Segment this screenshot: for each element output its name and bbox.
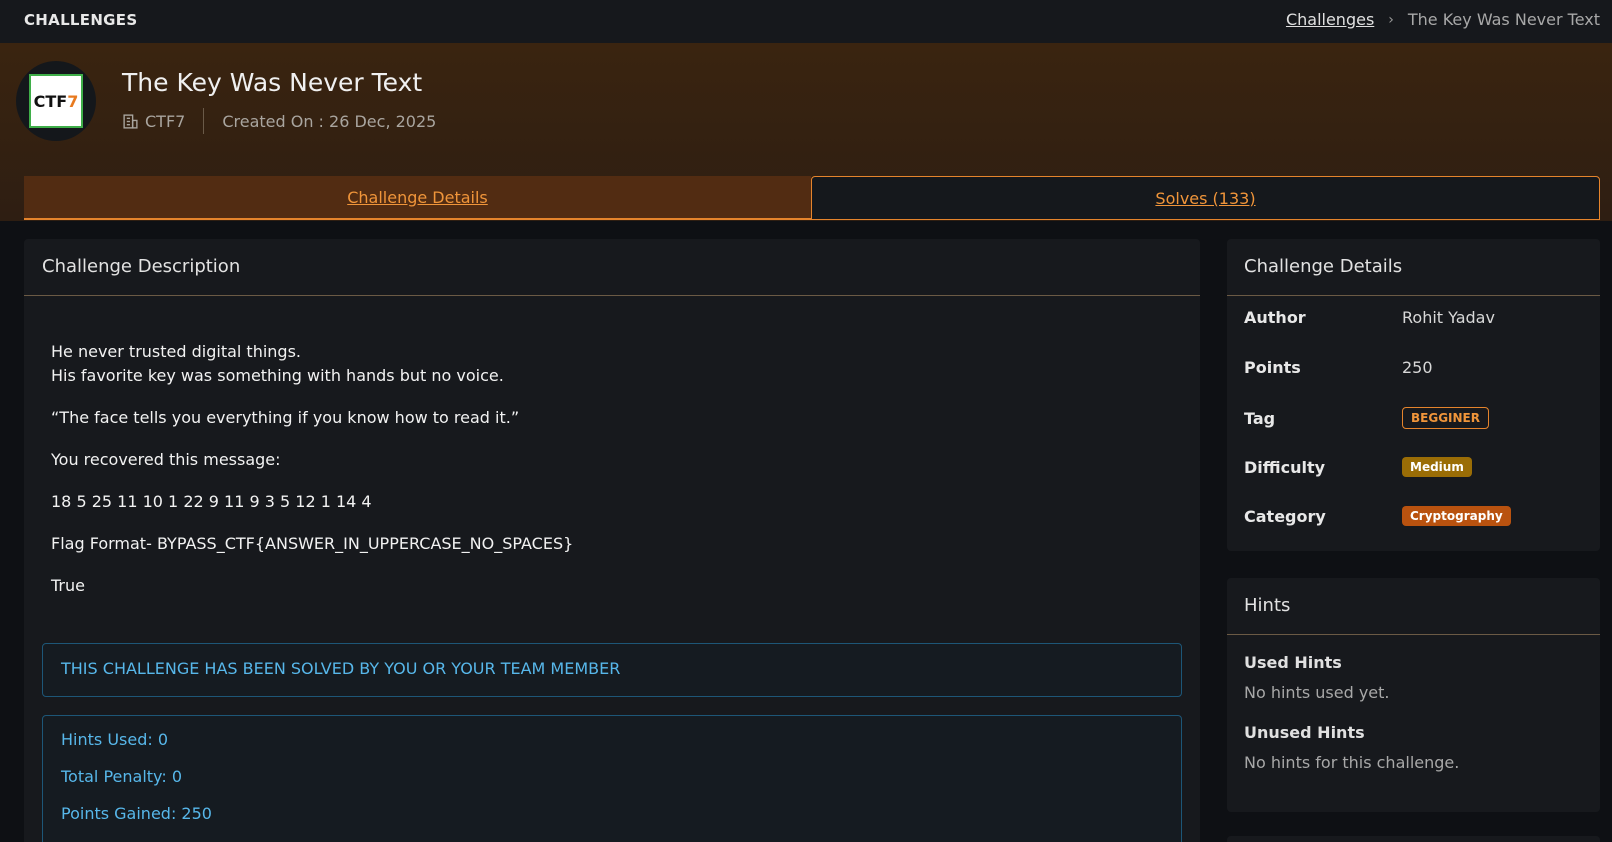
author-value: Rohit Yadav — [1402, 308, 1495, 327]
points-value: 250 — [1402, 358, 1433, 377]
tab-bar: Challenge Details Solves (133) — [24, 176, 1600, 220]
detail-row-tag: Tag BEGGINER — [1244, 407, 1584, 429]
description-quote: “The face tells you everything if you kn… — [51, 408, 520, 427]
detail-label: Points — [1244, 358, 1301, 377]
difficulty-badge: Medium — [1402, 457, 1472, 477]
unused-hints-label: Unused Hints — [1244, 723, 1365, 742]
breadcrumb-current: The Key Was Never Text — [1407, 10, 1600, 29]
card-title: Challenge Description — [42, 256, 241, 277]
ctf7-logo-icon: CTF 7 — [29, 74, 83, 128]
used-hints-note: No hints used yet. — [1244, 683, 1390, 702]
top-bar: CHALLENGES Challenges › The Key Was Neve… — [0, 0, 1612, 43]
detail-row-points: Points 250 — [1244, 358, 1584, 377]
description-body: He never trusted digital things. His fav… — [51, 340, 1151, 616]
detail-label: Author — [1244, 308, 1306, 327]
description-line: He never trusted digital things. — [51, 342, 301, 361]
detail-label: Tag — [1244, 408, 1276, 428]
tag-badge: BEGGINER — [1402, 407, 1489, 429]
hints-used-stat: Hints Used: 0 — [61, 730, 169, 749]
cipher-text: 18 5 25 11 10 1 22 9 11 9 3 5 12 1 14 4 — [51, 492, 372, 511]
detail-label: Difficulty — [1244, 457, 1326, 477]
challenge-details-card: Challenge Details Author Rohit Yadav Poi… — [1227, 239, 1600, 551]
tab-challenge-details[interactable]: Challenge Details — [24, 176, 811, 220]
challenge-description-card: Challenge Description He never trusted d… — [24, 239, 1200, 842]
card-title: Hints — [1244, 595, 1291, 616]
challenge-meta: CTF7 Created On : 26 Dec, 2025 — [122, 108, 436, 134]
description-line: You recovered this message: — [51, 450, 281, 469]
card-title: Challenge Details — [1244, 256, 1403, 277]
org-name: CTF7 — [145, 111, 186, 131]
flag-format: Flag Format- BYPASS_CTF{ANSWER_IN_UPPERC… — [51, 534, 574, 553]
detail-row-category: Category Cryptography — [1244, 506, 1584, 526]
breadcrumb-link-challenges[interactable]: Challenges — [1286, 10, 1374, 29]
challenge-title: The Key Was Never Text — [122, 68, 423, 97]
hints-card: Hints Used Hints No hints used yet. Unus… — [1227, 578, 1600, 812]
divider — [1227, 295, 1600, 296]
extra-card — [1227, 836, 1600, 842]
chevron-right-icon: › — [1388, 11, 1394, 28]
detail-row-author: Author Rohit Yadav — [1244, 308, 1584, 327]
breadcrumb: Challenges › The Key Was Never Text — [1286, 10, 1600, 29]
solve-stats: Hints Used: 0 Total Penalty: 0 Points Ga… — [42, 715, 1182, 842]
divider — [24, 295, 1200, 296]
points-gained-stat: Points Gained: 250 — [61, 804, 212, 823]
total-penalty-stat: Total Penalty: 0 — [61, 767, 182, 786]
divider — [1227, 634, 1600, 635]
meta-divider — [203, 108, 205, 134]
solved-alert: THIS CHALLENGE HAS BEEN SOLVED BY YOU OR… — [42, 643, 1182, 697]
org-logo: CTF 7 — [16, 61, 96, 141]
used-hints-label: Used Hints — [1244, 653, 1342, 672]
detail-row-difficulty: Difficulty Medium — [1244, 457, 1584, 477]
description-line: His favorite key was something with hand… — [51, 366, 504, 385]
tab-solves[interactable]: Solves (133) — [811, 176, 1600, 220]
section-title: CHALLENGES — [24, 11, 138, 29]
category-badge: Cryptography — [1402, 506, 1511, 526]
description-extra: True — [51, 576, 85, 595]
building-icon — [123, 113, 138, 129]
unused-hints-note: No hints for this challenge. — [1244, 753, 1460, 772]
detail-label: Category — [1244, 506, 1326, 526]
created-date: Created On : 26 Dec, 2025 — [222, 111, 437, 131]
